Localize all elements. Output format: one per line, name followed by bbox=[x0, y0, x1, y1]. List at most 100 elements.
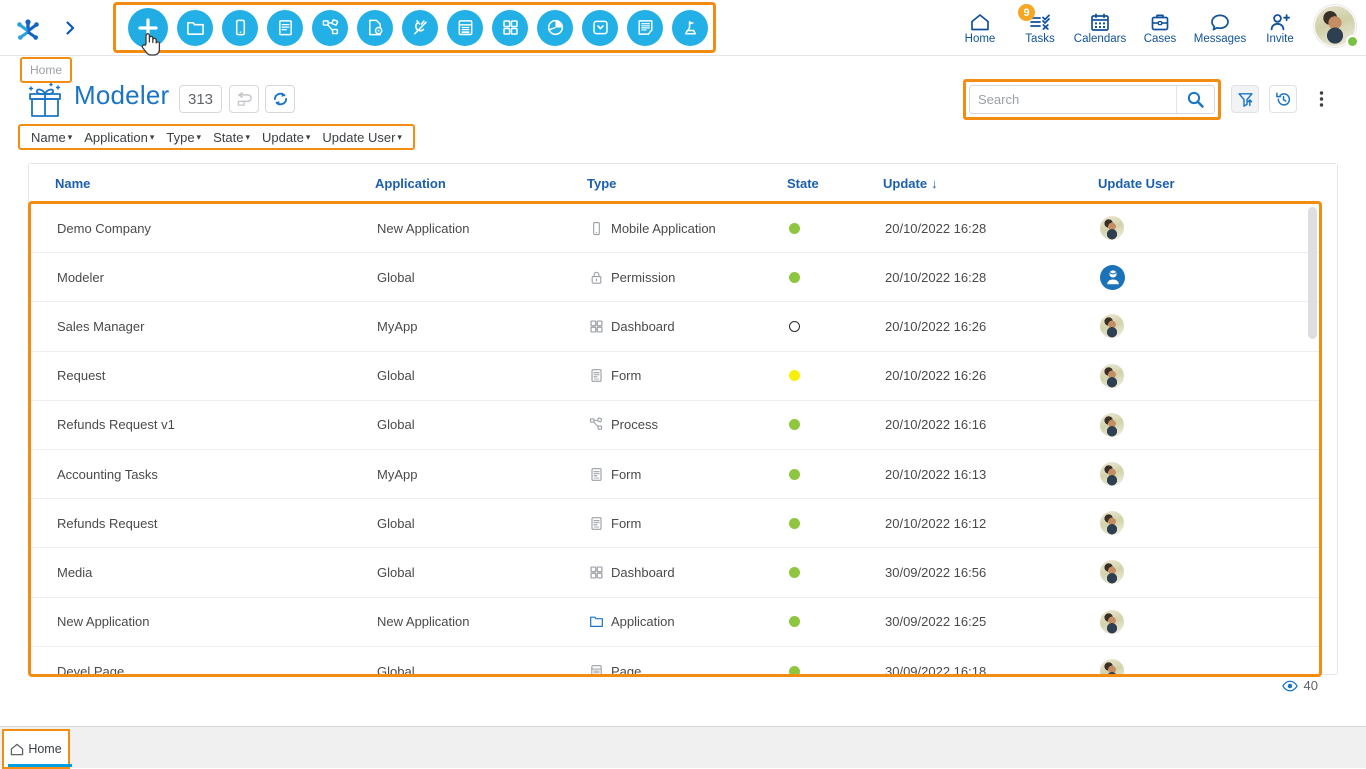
dashboard-icon bbox=[589, 565, 604, 580]
user-avatar[interactable] bbox=[1314, 5, 1358, 49]
avatar bbox=[1100, 659, 1124, 674]
status-dot bbox=[789, 321, 800, 332]
create-entity-button[interactable] bbox=[582, 10, 618, 46]
refresh-button[interactable] bbox=[265, 85, 295, 113]
create-report-button[interactable] bbox=[627, 10, 663, 46]
filter-chip-state[interactable]: State ▾ bbox=[207, 130, 256, 145]
avatar bbox=[1100, 364, 1124, 388]
undo-button[interactable] bbox=[229, 85, 259, 113]
filter-chip-update-user[interactable]: Update User ▾ bbox=[316, 130, 408, 145]
cell-application: Global bbox=[377, 516, 589, 531]
plus-icon bbox=[137, 17, 159, 39]
table-row[interactable]: Sales Manager MyApp Dashboard 20/10/2022… bbox=[31, 302, 1319, 351]
history-button[interactable] bbox=[1269, 85, 1297, 113]
table-row[interactable]: Deyel Page Global Page 30/09/2022 16:18 bbox=[31, 647, 1319, 674]
cell-update-user bbox=[1100, 560, 1280, 584]
cell-type-label: Form bbox=[611, 467, 641, 482]
table-row[interactable]: New Application New Application Applicat… bbox=[31, 598, 1319, 647]
search-icon bbox=[1186, 90, 1205, 109]
column-header-update[interactable]: Update ↓ bbox=[883, 176, 1098, 191]
status-dot bbox=[789, 419, 800, 430]
nav-label-invite: Invite bbox=[1266, 33, 1294, 45]
form-icon bbox=[589, 467, 604, 482]
status-dot bbox=[789, 370, 800, 381]
create-dashboard-button[interactable] bbox=[492, 10, 528, 46]
sidebar-expand-button[interactable] bbox=[56, 0, 84, 56]
table-row[interactable]: Demo Company New Application Mobile Appl… bbox=[31, 204, 1319, 253]
taskbar-item-label: Home bbox=[28, 742, 61, 756]
table-row[interactable]: Refunds Request Global Form 20/10/2022 1… bbox=[31, 499, 1319, 548]
create-rule-button[interactable] bbox=[357, 10, 393, 46]
create-permission-button[interactable] bbox=[672, 10, 708, 46]
nav-item-tasks[interactable]: 9 Tasks bbox=[1010, 0, 1070, 56]
taskbar-item-home[interactable]: Home bbox=[2, 729, 70, 769]
cell-name: Demo Company bbox=[57, 221, 377, 236]
table-row[interactable]: Request Global Form 20/10/2022 16:26 bbox=[31, 352, 1319, 401]
table-row[interactable]: Accounting Tasks MyApp Form 20/10/2022 1… bbox=[31, 450, 1319, 499]
home-icon bbox=[969, 12, 991, 32]
search-input[interactable] bbox=[970, 86, 1176, 113]
status-dot bbox=[789, 223, 800, 234]
form-icon bbox=[589, 516, 604, 531]
filter-chip-bar: Name ▾ Application ▾ Type ▾ State ▾ Upda… bbox=[18, 124, 415, 150]
create-mobile-app-button[interactable] bbox=[222, 10, 258, 46]
chevron-down-icon: ▾ bbox=[306, 132, 311, 143]
folder-icon bbox=[589, 614, 604, 629]
view-count-value: 40 bbox=[1304, 678, 1318, 693]
cell-update-user bbox=[1100, 511, 1280, 535]
avatar bbox=[1100, 314, 1124, 338]
deyel-logo[interactable] bbox=[0, 0, 56, 56]
cell-name: Accounting Tasks bbox=[57, 467, 377, 482]
table-vertical-scrollbar[interactable] bbox=[1308, 207, 1317, 339]
table-row[interactable]: Modeler Global Permission 20/10/2022 16:… bbox=[31, 253, 1319, 302]
more-options-button[interactable] bbox=[1307, 85, 1335, 113]
chevron-down-icon: ▾ bbox=[397, 132, 402, 143]
cell-name: Request bbox=[57, 368, 377, 383]
chevron-down-icon: ▾ bbox=[68, 132, 73, 143]
dashboard-icon bbox=[589, 319, 604, 334]
cell-update: 20/10/2022 16:16 bbox=[885, 417, 1100, 432]
filter-chip-label: Type bbox=[166, 130, 194, 145]
filter-button[interactable] bbox=[1231, 85, 1259, 113]
record-count-badge: 313 bbox=[179, 85, 222, 113]
chevron-down-icon: ▾ bbox=[150, 132, 155, 143]
filter-chip-type[interactable]: Type ▾ bbox=[160, 130, 207, 145]
nav-item-home[interactable]: Home bbox=[950, 0, 1010, 56]
filter-chip-application[interactable]: Application ▾ bbox=[78, 130, 160, 145]
filter-chip-name[interactable]: Name ▾ bbox=[25, 130, 78, 145]
nav-item-calendars[interactable]: Calendars bbox=[1070, 0, 1130, 56]
nav-item-cases[interactable]: Cases bbox=[1130, 0, 1190, 56]
column-header-name[interactable]: Name bbox=[55, 176, 375, 191]
create-folder-button[interactable] bbox=[177, 10, 213, 46]
system-user-icon bbox=[1104, 268, 1122, 286]
cell-update-user bbox=[1100, 364, 1280, 388]
taskbar: Home bbox=[0, 726, 1366, 768]
search-field-wrapper[interactable] bbox=[969, 85, 1215, 114]
column-header-update-user[interactable]: Update User bbox=[1098, 176, 1278, 191]
deyel-logo-icon bbox=[13, 13, 43, 43]
search-button[interactable] bbox=[1176, 86, 1214, 113]
cell-type: Application bbox=[589, 614, 789, 629]
cell-application: New Application bbox=[377, 614, 589, 629]
cell-type: Dashboard bbox=[589, 319, 789, 334]
nav-item-invite[interactable]: Invite bbox=[1250, 0, 1310, 56]
create-chart-button[interactable] bbox=[537, 10, 573, 46]
create-process-button[interactable] bbox=[312, 10, 348, 46]
column-header-application[interactable]: Application bbox=[375, 176, 587, 191]
create-page-button[interactable] bbox=[447, 10, 483, 46]
create-connector-button[interactable] bbox=[402, 10, 438, 46]
cell-update-user bbox=[1100, 659, 1280, 674]
filter-chip-update[interactable]: Update ▾ bbox=[256, 130, 316, 145]
status-dot bbox=[789, 666, 800, 674]
table-row[interactable]: Media Global Dashboard 30/09/2022 16:56 bbox=[31, 548, 1319, 597]
column-header-state[interactable]: State bbox=[787, 176, 883, 191]
cell-application: Global bbox=[377, 270, 589, 285]
nav-item-messages[interactable]: Messages bbox=[1190, 0, 1250, 56]
create-form-button[interactable] bbox=[267, 10, 303, 46]
form-icon bbox=[276, 18, 295, 37]
avatar bbox=[1100, 462, 1124, 486]
create-new-button[interactable] bbox=[128, 8, 168, 48]
column-header-type[interactable]: Type bbox=[587, 176, 787, 191]
table-row[interactable]: Refunds Request v1 Global Process 20/10/… bbox=[31, 401, 1319, 450]
dashboard-icon bbox=[501, 18, 520, 37]
